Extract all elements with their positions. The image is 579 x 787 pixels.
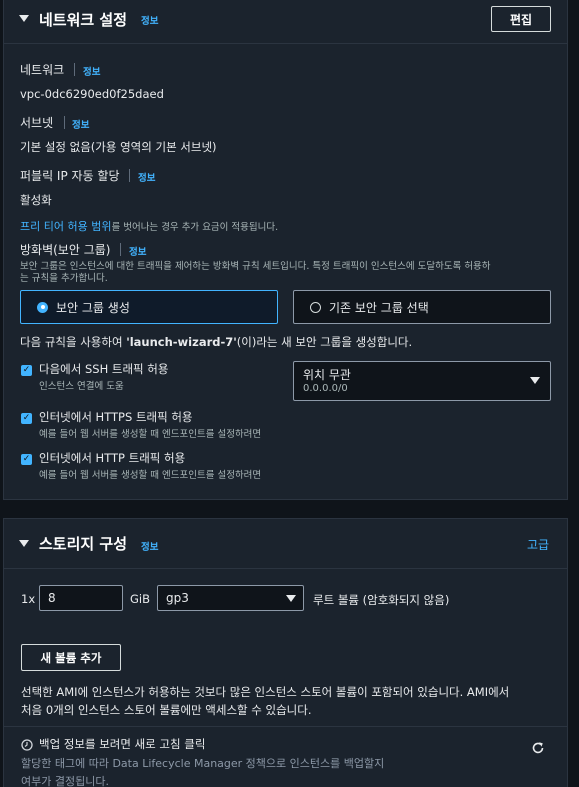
radio-selected-icon (37, 301, 48, 313)
storage-panel: 스토리지 구성 정보 고급 1x 8 GiB gp3 루트 볼륨 (암호화되지 … (3, 518, 568, 787)
public-ip-label: 퍼블릭 IP 자동 할당 (20, 169, 120, 183)
ssh-source-cidr: 0.0.0.0/0 (303, 383, 348, 394)
rules-description: 다음 규칙을 사용하여 'launch-wizard-7'(이)라는 새 보안 … (20, 334, 412, 350)
network-settings-panel: 네트워크 설정 정보 편집 네트워크 정보 vpc-0dc6290ed0f25d… (3, 0, 568, 500)
chevron-down-icon (286, 595, 296, 602)
subnet-value: 기본 설정 없음(가용 영역의 기본 서브넷) (20, 140, 217, 154)
radio-create-label: 보안 그룹 생성 (56, 300, 130, 315)
backup-desc-line2: 여부가 결정됩니다. (21, 775, 109, 787)
radio-unselected-icon (310, 301, 321, 313)
clock-icon (21, 739, 33, 751)
https-checkbox[interactable]: ✓ (21, 413, 32, 424)
rules-suffix: (이)라는 새 보안 그룹을 생성합니다. (236, 335, 413, 349)
volume-type-select[interactable]: gp3 (157, 585, 304, 611)
storage-info-link[interactable]: 정보 (141, 539, 158, 553)
http-subtext: 예를 들어 웹 서버를 생성할 때 엔드포인트를 설정하려면 (39, 470, 262, 481)
firewall-info-link[interactable]: 정보 (129, 244, 146, 258)
separator (120, 243, 121, 256)
https-subtext: 예를 들어 웹 서버를 생성할 때 엔드포인트를 설정하려면 (39, 429, 262, 440)
volume-type-value: gp3 (166, 591, 189, 605)
network-label: 네트워크 (20, 63, 65, 77)
edit-button[interactable]: 편집 (491, 6, 551, 32)
chevron-down-icon (530, 377, 540, 384)
subnet-info-link[interactable]: 정보 (72, 117, 89, 131)
network-info-link[interactable]: 정보 (83, 64, 100, 78)
ssh-source-value: 위치 무관 (303, 368, 351, 382)
separator (129, 169, 130, 182)
instance-store-notice-line2: 처음 0개의 인스턴스 스토어 볼륨에만 액세스할 수 있습니다. (21, 703, 312, 717)
vpc-id-value: vpc-0dc6290ed0f25daed (20, 87, 164, 101)
network-settings-header: 네트워크 설정 정보 편집 (4, 0, 567, 44)
ssh-subtext: 인스턴스 연결에 도움 (39, 381, 124, 392)
network-settings-title: 네트워크 설정 (39, 11, 128, 29)
instance-store-notice-line1: 선택한 AMI에 인스턴스가 허용하는 것보다 많은 인스턴스 스토어 볼륨이 … (21, 685, 510, 699)
free-tier-note-text: 를 벗어나는 경우 추가 요금이 적용됩니다. (111, 222, 279, 233)
radio-select-existing-group[interactable]: 기존 보안 그룹 선택 (293, 290, 551, 324)
add-volume-button[interactable]: 새 볼륨 추가 (21, 644, 121, 671)
volume-count-label: 1x (21, 592, 36, 606)
separator (74, 63, 75, 76)
advanced-link[interactable]: 고급 (527, 536, 549, 553)
http-checkbox[interactable]: ✓ (21, 454, 32, 465)
subnet-label: 서브넷 (20, 116, 54, 130)
backup-desc-line1: 할당한 태그에 따라 Data Lifecycle Manager 정책으로 인… (21, 757, 385, 770)
https-label: 인터넷에서 HTTPS 트래픽 허용 (39, 410, 193, 424)
public-ip-value: 활성화 (20, 193, 52, 207)
refresh-icon[interactable] (531, 741, 545, 755)
public-ip-info-link[interactable]: 정보 (138, 170, 155, 184)
firewall-description-line2: 는 규칙을 추가합니다. (20, 273, 108, 284)
rules-group-name: 'launch-wizard-7' (126, 335, 237, 349)
divider (4, 726, 567, 727)
free-tier-note: 프리 티어 허용 범위를 벗어나는 경우 추가 요금이 적용됩니다. (20, 218, 278, 234)
radio-create-security-group[interactable]: 보안 그룹 생성 (20, 290, 278, 324)
firewall-label: 방화벽(보안 그룹) (20, 243, 111, 257)
storage-title: 스토리지 구성 (39, 535, 128, 553)
backup-title: 백업 정보를 보려면 새로 고침 클릭 (39, 737, 206, 751)
network-settings-info-link[interactable]: 정보 (141, 13, 158, 27)
rules-prefix: 다음 규칙을 사용하여 (20, 335, 127, 349)
radio-existing-label: 기존 보안 그룹 선택 (329, 300, 429, 315)
separator (64, 116, 65, 129)
volume-description: 루트 볼륨 (암호화되지 않음) (313, 593, 450, 607)
ssh-source-select[interactable]: 위치 무관 0.0.0.0/0 (293, 361, 551, 401)
ssh-label: 다음에서 SSH 트래픽 허용 (39, 362, 169, 376)
http-label: 인터넷에서 HTTP 트래픽 허용 (39, 451, 186, 465)
collapse-caret-icon[interactable] (19, 540, 29, 547)
storage-header: 스토리지 구성 정보 고급 (4, 519, 567, 569)
free-tier-link[interactable]: 프리 티어 허용 범위 (20, 220, 111, 233)
collapse-caret-icon[interactable] (19, 15, 29, 22)
ssh-checkbox[interactable]: ✓ (21, 365, 32, 376)
volume-size-input[interactable]: 8 (39, 585, 123, 611)
volume-size-unit: GiB (130, 592, 150, 606)
